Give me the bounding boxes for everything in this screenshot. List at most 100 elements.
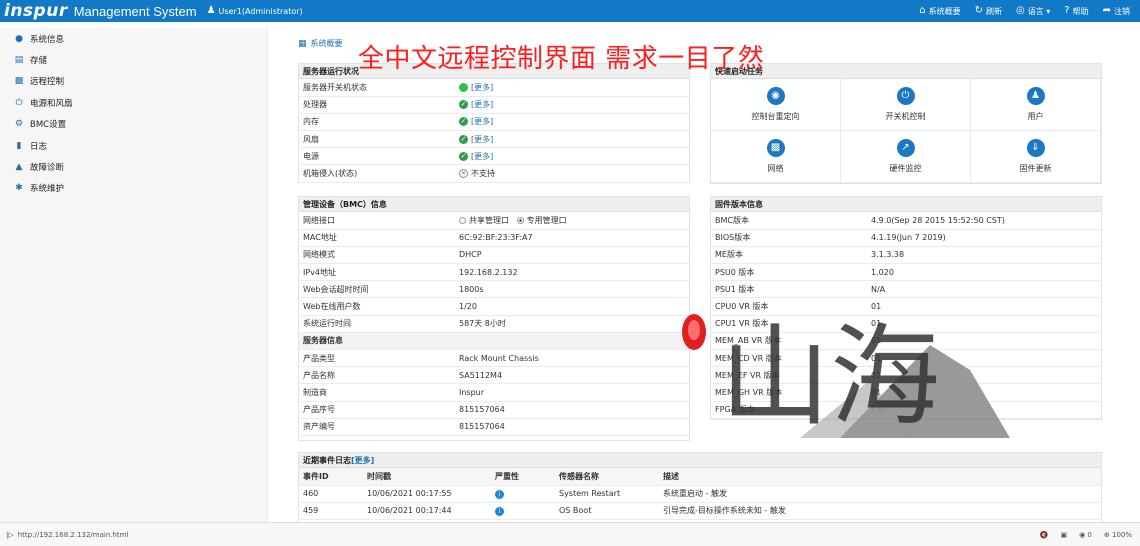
dedicated-port-label: 专用管理口 (526, 215, 567, 225)
table-row: MEM_GH VR 版本 01 (711, 383, 1101, 402)
sidebar-item-system-info[interactable]: ● 系统信息 (0, 28, 267, 49)
sidebar-item-label: 系统维护 (30, 184, 65, 195)
field-value: 587天 8小时 (455, 315, 689, 333)
table-row: ME版本 3.1.3.38 (711, 246, 1101, 265)
quick-label: 网络 (767, 164, 784, 173)
quick-label: 用户 (1027, 112, 1044, 121)
help-icon: ? (1064, 5, 1070, 16)
field-key: 网络模式 (299, 246, 455, 265)
table-row: 处理器 ✓ [更多] (299, 96, 689, 114)
table-row: 资产编号 815157064 (299, 418, 689, 436)
more-link[interactable]: [更多] (471, 152, 493, 161)
sidebar-item-remote-control[interactable]: ▩ 远程控制 (0, 71, 267, 92)
field-value: 1/20 (455, 297, 689, 316)
zoom-level: 100% (1111, 531, 1132, 539)
status-value: [更多] (455, 79, 689, 97)
field-key: 产品序号 (299, 401, 455, 419)
field-value: 815157064 (455, 401, 689, 419)
nav-refresh-label: 刷新 (986, 6, 1002, 16)
bmc-info-title: 管理设备（BMC）信息 (299, 197, 689, 212)
page-icon: |▷ (6, 530, 14, 539)
sidebar-item-maintenance[interactable]: ✱ 系统维护 (0, 178, 267, 199)
download-count: 0 (1087, 531, 1092, 539)
event-severity: i (491, 485, 555, 503)
field-value: Rack Mount Chassis (455, 349, 689, 368)
table-row: 459 10/06/2021 00:17:44 i OS Boot 引导完成-目… (299, 502, 1101, 520)
more-link[interactable]: [更多] (471, 83, 493, 92)
nav-help-label: 帮助 (1072, 6, 1089, 16)
nav-summary[interactable]: ⌂ 系统概要 (919, 6, 960, 17)
dedicated-port-radio[interactable] (516, 216, 524, 224)
status-value: ✓ [更多] (455, 147, 689, 166)
sidebar-item-storage[interactable]: ▤ 存储 (0, 49, 267, 70)
download-counter[interactable]: ◉ 0 (1079, 531, 1092, 539)
gear-icon: ⚙ (14, 119, 24, 130)
more-link[interactable]: [更多] (471, 135, 493, 144)
field-key: BIOS版本 (711, 229, 867, 247)
table-row: 网络接口 共享管理口 专用管理口 (299, 212, 689, 230)
nav-help[interactable]: ? 帮助 (1064, 6, 1088, 17)
event-description: 系统重启动 - 触发 (659, 485, 1101, 503)
table-row: 制造商 Inspur (299, 383, 689, 402)
status-key: 内存 (299, 113, 455, 132)
nav-refresh[interactable]: ↻ 刷新 (975, 6, 1002, 17)
zoom-control[interactable]: ⊕ 100% (1104, 531, 1132, 539)
status-text: 不支持 (471, 169, 495, 179)
info-icon: ● (15, 33, 23, 44)
current-user[interactable]: ♟ User1(Administrator) (207, 6, 303, 16)
sidebar-item-diagnostics[interactable]: ▲ 故障诊断 (0, 156, 267, 177)
event-id: 460 (299, 485, 363, 503)
status-value: ✓ [更多] (455, 130, 689, 149)
sidebar-item-bmc-settings[interactable]: ⚙ BMC设置 (0, 114, 267, 135)
quick-label: 控制台重定向 (751, 112, 800, 121)
status-bar: |▷ http://192.168.2.132/main.html 🔇 ▣ ◉ … (0, 522, 1140, 546)
sidebar-item-label: 电源和风扇 (30, 98, 73, 109)
quick-tasks-title: 快速启动任务 (711, 64, 1101, 79)
field-value: Inspur (455, 383, 689, 402)
table-row: 产品类型 Rack Mount Chassis (299, 349, 689, 368)
column-header: 严重性 (491, 468, 555, 486)
field-key: PSU0 版本 (711, 263, 867, 282)
column-header: 传感器名称 (555, 468, 659, 486)
event-time: 10/06/2021 00:17:44 (363, 502, 491, 520)
table-row: MAC地址 6C:92:BF:23:3F:A7 (299, 229, 689, 247)
field-key: ME版本 (711, 246, 867, 265)
nav-logout[interactable]: ➦ 注销 (1103, 6, 1130, 17)
sidebar-item-logs[interactable]: ▮ 日志 (0, 135, 267, 156)
field-key: MEM_AB VR 版本 (711, 332, 867, 351)
bmc-info-panel: 管理设备（BMC）信息 网络接口 共享管理口 专用管理口 MAC地址 6C:92:… (298, 196, 690, 441)
field-value: 815157064 (455, 418, 689, 436)
grid-icon: ▦ (298, 38, 307, 49)
more-link[interactable]: [更多] (471, 100, 493, 109)
quick-network[interactable]: ▩ 网络 (711, 131, 841, 183)
field-value: 4.9.0(Sep 28 2015 15:52:50 CST) (867, 212, 1101, 230)
breadcrumb: ▦ 系统概要 (298, 38, 343, 49)
monitor-icon: ▩ (766, 139, 785, 157)
event-log-panel: 近期事件日志[更多] 事件ID 时间戳 严重性 传感器名称 描述 460 10/… (298, 452, 1102, 522)
annotation-overlay: 全中文远程控制界面 需求一目了然 (358, 44, 765, 74)
field-key: CPU0 VR 版本 (711, 297, 867, 316)
refresh-icon: ↻ (974, 5, 983, 16)
nav-language[interactable]: ◎ 语言 ▾ (1016, 6, 1050, 17)
field-value: 1.020 (867, 263, 1101, 282)
mute-icon[interactable]: 🔇 (1040, 531, 1049, 539)
status-right: 🔇 ▣ ◉ 0 ⊕ 100% (1040, 523, 1132, 546)
field-key: 产品类型 (299, 349, 455, 368)
sidebar-item-label: 故障诊断 (30, 163, 65, 174)
column-header: 描述 (659, 468, 1101, 486)
screenshot-icon[interactable]: ▣ (1060, 531, 1067, 539)
field-key: PSU1 版本 (711, 280, 867, 299)
sidebar-item-power-fan[interactable]: ⏻ 电源和风扇 (0, 92, 267, 113)
more-link[interactable]: [更多] (471, 117, 493, 126)
table-row: MEM_AB VR 版本 01 (711, 332, 1101, 351)
monitor-icon: ▩ (14, 76, 24, 87)
quick-power-control[interactable]: ⏻ 开关机控制 (841, 79, 971, 131)
quick-hardware-monitor[interactable]: ↗ 硬件监控 (841, 131, 971, 183)
quick-firmware-update[interactable]: ⇓ 固件更新 (971, 131, 1101, 183)
event-log-more-link[interactable]: [更多] (351, 456, 374, 465)
quick-console-redirect[interactable]: ◉ 控制台重定向 (711, 79, 841, 131)
status-key: 电源 (299, 147, 455, 166)
logout-icon: ➦ (1102, 5, 1111, 16)
shared-port-radio[interactable] (459, 216, 466, 224)
quick-users[interactable]: ♟ 用户 (971, 79, 1101, 131)
